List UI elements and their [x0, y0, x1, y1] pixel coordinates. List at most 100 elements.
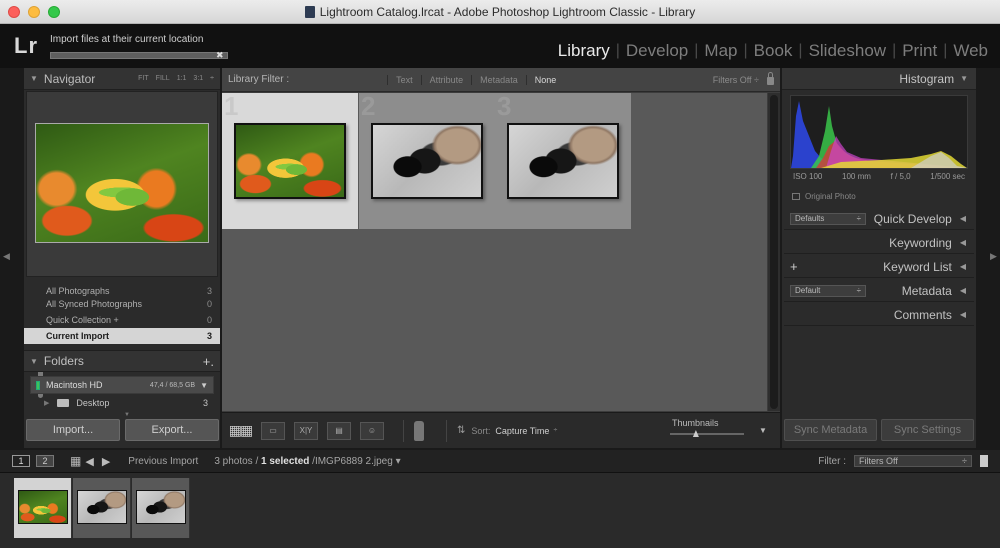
left-panel: ▼ Navigator FIT FILL 1:1 3:1 ÷ All Photo…: [24, 68, 220, 448]
module-map[interactable]: Map: [698, 41, 743, 61]
close-icon[interactable]: ✖: [216, 50, 224, 61]
main-window-button[interactable]: 1: [12, 455, 30, 467]
navigator-header[interactable]: ▼ Navigator FIT FILL 1:1 3:1 ÷: [24, 68, 220, 90]
collapse-triangle-icon[interactable]: ▼: [30, 74, 38, 83]
lock-icon[interactable]: [767, 72, 774, 85]
comments-header[interactable]: Comments ◀: [784, 304, 974, 326]
zoom-caret-icon[interactable]: ÷: [210, 75, 214, 82]
original-photo-toggle[interactable]: Original Photo: [792, 192, 856, 201]
expand-triangle-icon[interactable]: ◀: [960, 238, 966, 247]
library-toolbar: ▦▦ ▭ X|Y ▤ ☺ ⇅ Sort: Capture Time ÷ Thum…: [222, 412, 780, 448]
cell-index: 2: [361, 91, 376, 121]
selection-caret-icon[interactable]: ▾: [396, 456, 401, 467]
sync-settings-button[interactable]: Sync Settings: [881, 419, 974, 441]
add-folder-button[interactable]: +.: [203, 354, 214, 369]
module-book[interactable]: Book: [748, 41, 799, 61]
thumbnail-image[interactable]: [371, 123, 483, 199]
expand-triangle-icon[interactable]: ◀: [960, 214, 966, 223]
filmstrip-source[interactable]: Previous Import: [128, 456, 198, 467]
quick-develop-preset-select[interactable]: Defaults ÷: [790, 212, 866, 225]
catalog-item-quick-collection[interactable]: Quick Collection + 0: [24, 312, 220, 328]
collapse-triangle-icon[interactable]: ▼: [200, 381, 208, 390]
metadata-preset-select[interactable]: Default ÷: [790, 284, 866, 297]
zoom-3-1[interactable]: 3:1: [193, 75, 203, 82]
module-library[interactable]: Library: [552, 41, 616, 61]
comments-title: Comments: [893, 307, 952, 322]
folders-header[interactable]: ▼ Folders +.: [24, 350, 220, 372]
original-photo-checkbox[interactable]: [792, 193, 800, 200]
cell-index: 3: [497, 91, 512, 121]
grid-view-icon[interactable]: ▦▦: [228, 422, 253, 440]
add-keyword-button[interactable]: +: [790, 259, 798, 274]
sort-label: Sort:: [471, 425, 491, 436]
module-print[interactable]: Print: [896, 41, 943, 61]
filter-preset-select[interactable]: Filters Off ÷: [713, 75, 759, 85]
filmstrip-thumbnail[interactable]: [136, 490, 186, 524]
export-button[interactable]: Export...: [125, 419, 219, 441]
zoom-1-1[interactable]: 1:1: [177, 75, 187, 82]
grid-scrollbar[interactable]: [768, 93, 780, 411]
toolbar-menu-icon[interactable]: ▼: [759, 426, 767, 435]
filmstrip-filter-select[interactable]: Filters Off ÷: [854, 455, 972, 467]
sort-caret-icon[interactable]: ÷: [553, 427, 557, 434]
collapse-triangle-icon[interactable]: ▼: [960, 74, 968, 83]
metadata-header[interactable]: Default ÷ Metadata ◀: [784, 280, 974, 302]
sort-direction-icon[interactable]: ⇅: [457, 425, 465, 436]
filmstrip-cell[interactable]: [73, 478, 131, 538]
filmstrip-thumbnail[interactable]: [18, 490, 68, 524]
zoom-fill[interactable]: FILL: [156, 75, 170, 82]
filmstrip-cell[interactable]: [14, 478, 72, 538]
expand-triangle-icon[interactable]: ◀: [960, 310, 966, 319]
quick-develop-title: Quick Develop: [873, 211, 952, 226]
people-view-icon[interactable]: ☺: [360, 421, 384, 440]
loupe-view-icon[interactable]: ▭: [261, 421, 285, 440]
filmstrip-filter-toggle[interactable]: [980, 455, 988, 467]
folder-desktop[interactable]: ▶ Desktop 3: [30, 395, 214, 411]
volume-macintosh-hd[interactable]: Macintosh HD 47,4 / 68,5 GB ▼: [30, 376, 214, 394]
expand-triangle-icon[interactable]: ◀: [960, 262, 966, 271]
grid-cell[interactable]: 3: [495, 91, 631, 229]
filmstrip-cell[interactable]: [132, 478, 190, 538]
thumbnail-size-slider[interactable]: [670, 433, 744, 435]
histogram-display[interactable]: [790, 95, 968, 169]
filter-text[interactable]: Text: [387, 74, 421, 85]
grid-cell[interactable]: 2: [359, 91, 495, 229]
catalog-item-all-photographs[interactable]: All Photographs 3: [24, 284, 220, 296]
secondary-window-button[interactable]: 2: [36, 455, 54, 467]
module-slideshow[interactable]: Slideshow: [803, 41, 893, 61]
expand-triangle-icon[interactable]: ◀: [960, 286, 966, 295]
thumbnails-label: Thumbnails: [672, 418, 719, 428]
thumbnail-image[interactable]: [234, 123, 346, 199]
compare-view-icon[interactable]: X|Y: [294, 421, 318, 440]
survey-view-icon[interactable]: ▤: [327, 421, 351, 440]
thumbnail-image[interactable]: [507, 123, 619, 199]
filter-attribute[interactable]: Attribute: [420, 74, 472, 85]
left-panel-toggle-icon[interactable]: ◀: [3, 251, 10, 262]
keyword-list-header[interactable]: + Keyword List ◀: [784, 256, 974, 278]
painter-spray-icon[interactable]: [414, 420, 424, 441]
catalog-item-current-import[interactable]: Current Import 3: [24, 328, 220, 344]
sort-select[interactable]: Capture Time: [495, 426, 549, 436]
right-panel-toggle-icon[interactable]: ▶: [990, 251, 997, 262]
zoom-fit[interactable]: FIT: [138, 75, 149, 82]
navigator-preview[interactable]: [26, 91, 218, 277]
forward-arrow-icon[interactable]: ▶: [102, 455, 110, 468]
expand-triangle-icon[interactable]: ▶: [44, 399, 49, 407]
collapse-triangle-icon[interactable]: ▼: [30, 357, 38, 366]
quick-develop-header[interactable]: Defaults ÷ Quick Develop ◀: [784, 208, 974, 230]
catalog-item-all-synced[interactable]: All Synced Photographs 0: [24, 296, 220, 312]
grid-cell[interactable]: 1: [222, 91, 358, 229]
filter-none[interactable]: None: [525, 74, 565, 85]
keywording-header[interactable]: Keywording ◀: [784, 232, 974, 254]
scrollbar-thumb[interactable]: [770, 95, 778, 409]
import-button[interactable]: Import...: [26, 419, 120, 441]
back-arrow-icon[interactable]: ◀: [85, 455, 93, 468]
filmstrip-thumbnail[interactable]: [77, 490, 127, 524]
filter-metadata[interactable]: Metadata: [471, 74, 526, 85]
module-develop[interactable]: Develop: [620, 41, 694, 61]
module-web[interactable]: Web: [947, 41, 994, 61]
navigator-image[interactable]: [35, 123, 209, 243]
histogram-header[interactable]: Histogram ▼: [782, 68, 976, 90]
sync-metadata-button[interactable]: Sync Metadata: [784, 419, 877, 441]
grid-view-icon[interactable]: ▦: [70, 454, 81, 468]
